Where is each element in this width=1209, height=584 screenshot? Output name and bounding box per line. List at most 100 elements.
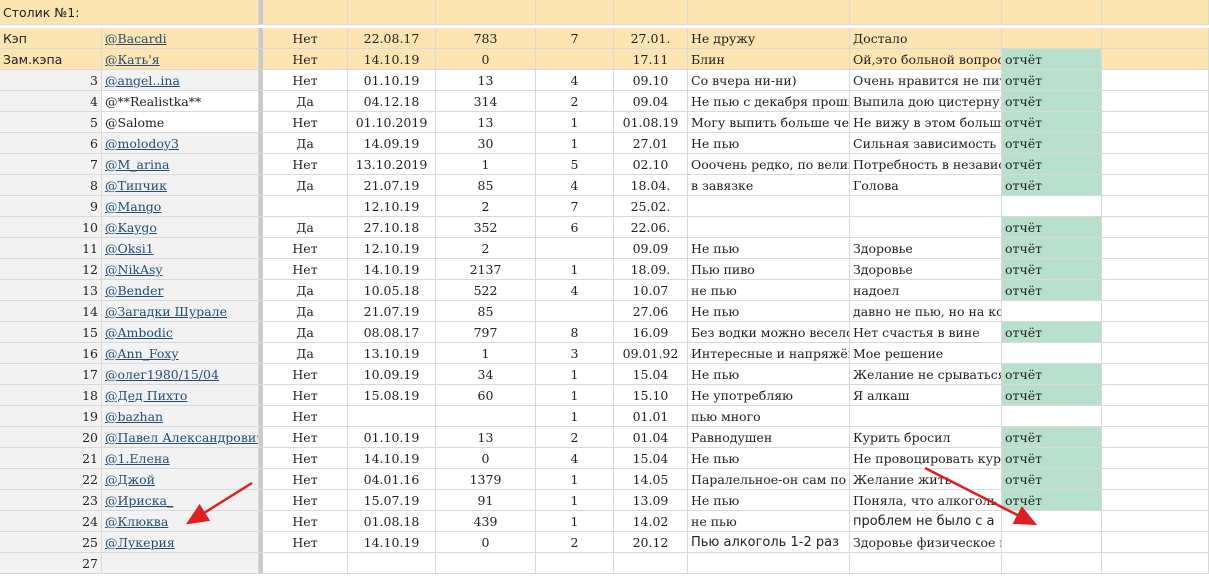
date2-cell[interactable]: 17.11 — [614, 49, 688, 70]
date2-cell[interactable]: 01.01 — [614, 406, 688, 427]
reason-cell[interactable]: надоел — [850, 280, 1002, 301]
cell[interactable] — [614, 0, 688, 25]
report-cell[interactable] — [1002, 553, 1102, 574]
count-cell[interactable]: 1 — [536, 511, 614, 532]
days-cell[interactable]: 91 — [436, 490, 536, 511]
row-number[interactable]: Зам.кэпа — [0, 49, 102, 70]
reason-cell[interactable]: Желание не срываться в — [850, 364, 1002, 385]
date-cell[interactable]: 21.07.19 — [348, 301, 436, 322]
user-handle[interactable]: @Типчик — [102, 175, 259, 196]
report-cell[interactable] — [1002, 343, 1102, 364]
drinks-cell[interactable]: Да — [263, 301, 348, 322]
user-handle[interactable]: @Kaygo — [102, 217, 259, 238]
days-cell[interactable]: 797 — [436, 322, 536, 343]
count-cell[interactable]: 8 — [536, 322, 614, 343]
user-handle[interactable] — [102, 553, 259, 574]
empty-cell[interactable] — [1102, 28, 1209, 49]
days-cell[interactable]: 30 — [436, 133, 536, 154]
reason-cell[interactable]: Здоровье физическое и з — [850, 532, 1002, 553]
user-handle-link[interactable]: @1.Елена — [105, 451, 170, 466]
date2-cell[interactable]: 15.04 — [614, 448, 688, 469]
cell[interactable] — [688, 0, 850, 25]
note-cell[interactable]: в завязке — [688, 175, 850, 196]
drinks-cell[interactable]: Нет — [263, 406, 348, 427]
user-handle[interactable]: @1.Елена — [102, 448, 259, 469]
user-handle[interactable]: @Дед Пихто — [102, 385, 259, 406]
date-cell[interactable] — [348, 406, 436, 427]
report-cell[interactable]: отчёт — [1002, 469, 1102, 490]
date2-cell[interactable]: 01.08.19 — [614, 112, 688, 133]
date-cell[interactable]: 14.10.19 — [348, 448, 436, 469]
report-cell[interactable]: отчёт — [1002, 175, 1102, 196]
row-number[interactable]: 17 — [0, 364, 102, 385]
user-handle-link[interactable]: @Дед Пихто — [105, 388, 187, 403]
reason-cell[interactable]: Не вижу в этом больше — [850, 112, 1002, 133]
note-cell[interactable] — [688, 553, 850, 574]
empty-cell[interactable] — [1102, 511, 1209, 532]
date2-cell[interactable]: 27.01 — [614, 133, 688, 154]
empty-cell[interactable] — [1102, 49, 1209, 70]
user-handle-link[interactable]: @NikAsy — [105, 262, 163, 277]
report-cell[interactable]: отчёт — [1002, 70, 1102, 91]
cell[interactable] — [263, 0, 348, 25]
row-number[interactable]: 8 — [0, 175, 102, 196]
empty-cell[interactable] — [1102, 196, 1209, 217]
row-number[interactable]: 18 — [0, 385, 102, 406]
count-cell[interactable]: 2 — [536, 427, 614, 448]
user-handle[interactable]: @angel..ina — [102, 70, 259, 91]
date-cell[interactable]: 12.10.19 — [348, 238, 436, 259]
date2-cell[interactable]: 01.04 — [614, 427, 688, 448]
empty-cell[interactable] — [1102, 532, 1209, 553]
date2-cell[interactable]: 27.06 — [614, 301, 688, 322]
note-cell[interactable]: Не пью — [688, 448, 850, 469]
user-handle-link[interactable]: @Ambodic — [105, 325, 173, 340]
count-cell[interactable]: 2 — [536, 532, 614, 553]
reason-cell[interactable]: давно не пью, но на конец — [850, 301, 1002, 322]
count-cell[interactable]: 2 — [536, 91, 614, 112]
reason-cell[interactable] — [850, 406, 1002, 427]
user-handle[interactable]: @Oksi1 — [102, 238, 259, 259]
count-cell[interactable]: 1 — [536, 385, 614, 406]
drinks-cell[interactable]: Нет — [263, 259, 348, 280]
date2-cell[interactable]: 14.02 — [614, 511, 688, 532]
date2-cell[interactable]: 09.09 — [614, 238, 688, 259]
note-cell[interactable]: не пью — [688, 280, 850, 301]
row-number[interactable]: 23 — [0, 490, 102, 511]
cell[interactable] — [348, 0, 436, 25]
empty-cell[interactable] — [1102, 91, 1209, 112]
sheet-title[interactable]: Столик №1: — [0, 0, 259, 25]
user-handle[interactable]: @**Realistka** — [102, 91, 259, 112]
drinks-cell[interactable]: Да — [263, 322, 348, 343]
reason-cell[interactable]: Достало — [850, 28, 1002, 49]
reason-cell[interactable]: Здоровье — [850, 238, 1002, 259]
date-cell[interactable]: 01.10.2019 — [348, 112, 436, 133]
reason-cell[interactable]: Поняла, что алкоголь ме — [850, 490, 1002, 511]
user-handle-link[interactable]: @Kaygo — [105, 220, 157, 235]
row-number[interactable]: 3 — [0, 70, 102, 91]
reason-cell[interactable]: проблем не было с а — [850, 511, 1002, 532]
drinks-cell[interactable]: Нет — [263, 154, 348, 175]
reason-cell[interactable]: Очень нравится не пить — [850, 70, 1002, 91]
reason-cell[interactable] — [850, 553, 1002, 574]
empty-cell[interactable] — [1102, 490, 1209, 511]
row-number[interactable]: 5 — [0, 112, 102, 133]
reason-cell[interactable]: Нет счастья в вине — [850, 322, 1002, 343]
date-cell[interactable]: 01.10.19 — [348, 427, 436, 448]
note-cell[interactable]: пью много — [688, 406, 850, 427]
note-cell[interactable]: Паралельное-он сам по се — [688, 469, 850, 490]
date2-cell[interactable]: 25.02. — [614, 196, 688, 217]
report-cell[interactable]: отчёт — [1002, 280, 1102, 301]
drinks-cell[interactable] — [263, 196, 348, 217]
note-cell[interactable]: Ооочень редко, по великим — [688, 154, 850, 175]
note-cell[interactable]: Пью алкоголь 1-2 раз — [688, 532, 850, 553]
date2-cell[interactable]: 09.01.92 — [614, 343, 688, 364]
empty-cell[interactable] — [1102, 553, 1209, 574]
drinks-cell[interactable] — [263, 553, 348, 574]
reason-cell[interactable]: Курить бросил — [850, 427, 1002, 448]
date2-cell[interactable]: 10.07 — [614, 280, 688, 301]
drinks-cell[interactable]: Нет — [263, 238, 348, 259]
note-cell[interactable]: не пью — [688, 511, 850, 532]
date2-cell[interactable]: 14.05 — [614, 469, 688, 490]
report-cell[interactable]: отчёт — [1002, 238, 1102, 259]
empty-cell[interactable] — [1102, 133, 1209, 154]
